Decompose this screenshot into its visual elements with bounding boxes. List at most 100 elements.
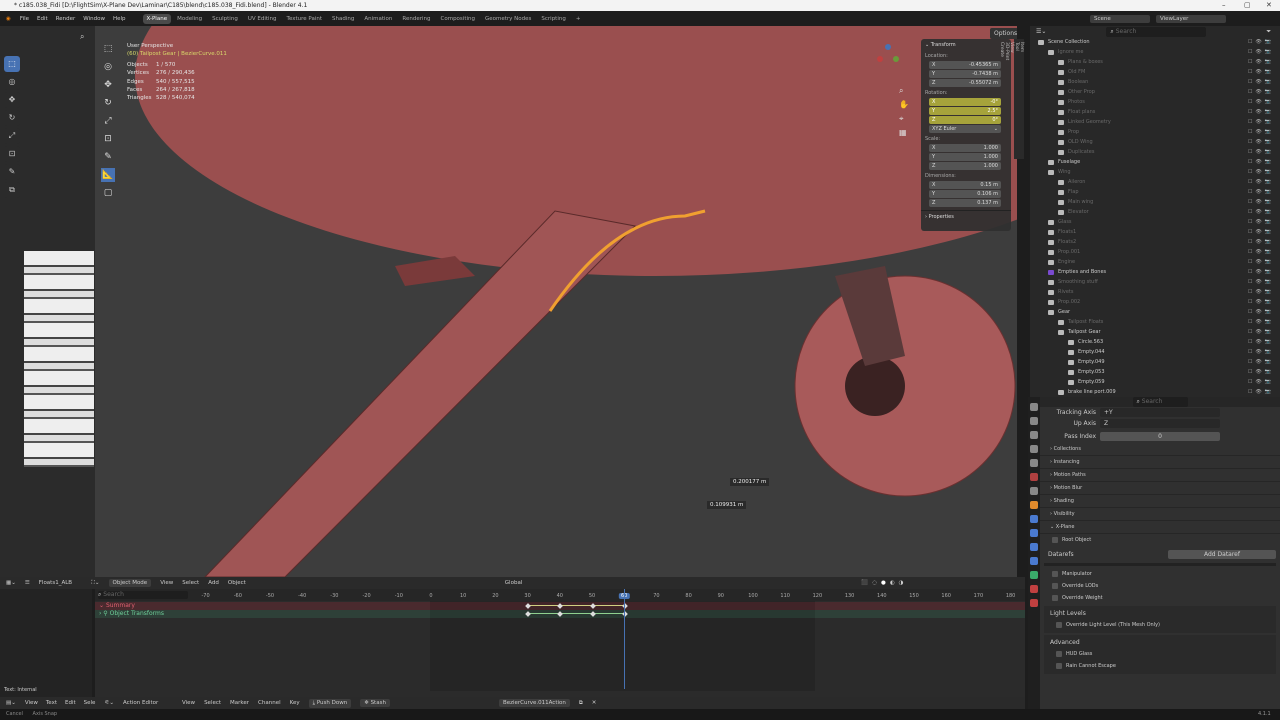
outliner-item-float-plans[interactable]: Float plans ☐👁📷 bbox=[1030, 107, 1280, 117]
physics-tab-icon[interactable] bbox=[1030, 543, 1038, 551]
workspace-tab-sculpting[interactable]: Sculpting bbox=[208, 14, 242, 24]
visibility-toggles[interactable]: ☐👁📷 bbox=[1248, 57, 1274, 67]
menu-edit[interactable]: Edit bbox=[37, 16, 48, 22]
rotation-z-field[interactable]: Z 0° bbox=[929, 116, 1001, 124]
constraints-tab-icon[interactable] bbox=[1030, 557, 1038, 565]
frame-ruler[interactable]: -70-60-50-40-30-20-100102030405060708090… bbox=[95, 589, 1025, 601]
maximize-button[interactable]: ▢ bbox=[1244, 0, 1251, 11]
material-tab-icon[interactable] bbox=[1030, 585, 1038, 593]
minimize-button[interactable]: – bbox=[1222, 0, 1226, 11]
scene-selector[interactable]: Scene bbox=[1090, 14, 1150, 23]
camera-view-icon[interactable]: ⌖ bbox=[899, 112, 909, 126]
text-menu-sele[interactable]: Sele bbox=[84, 700, 96, 706]
action-editor-mode[interactable]: Action Editor bbox=[123, 700, 173, 706]
visibility-toggles[interactable]: ☐👁📷 bbox=[1248, 327, 1274, 337]
modifier-tab-icon[interactable] bbox=[1030, 515, 1038, 523]
rotation-x-field[interactable]: X -0° bbox=[929, 98, 1001, 106]
visibility-toggles[interactable]: ☐👁📷 bbox=[1248, 217, 1274, 227]
outliner-item-ignore-me[interactable]: Ignore me ☐👁📷 bbox=[1030, 47, 1280, 57]
visibility-toggles[interactable]: ☐👁📷 bbox=[1248, 357, 1274, 367]
outliner-item-duplicates[interactable]: Duplicates ☐👁📷 bbox=[1030, 147, 1280, 157]
scale-y-field[interactable]: Y 1.000 bbox=[929, 153, 1001, 161]
properties-subpanel[interactable]: › Properties bbox=[921, 210, 1011, 223]
panel-shading[interactable]: › Shading bbox=[1040, 495, 1280, 508]
cursor-icon[interactable]: ◎ bbox=[101, 60, 115, 74]
filter-icon[interactable]: ⏷ bbox=[1266, 28, 1271, 36]
rotation-y-field[interactable]: Y 2.5° bbox=[929, 107, 1001, 115]
hud-glass-checkbox[interactable]: HUD Glass bbox=[1044, 648, 1276, 660]
menu-file[interactable]: File bbox=[20, 16, 29, 22]
visibility-toggles[interactable]: ☐👁📷 bbox=[1248, 337, 1274, 347]
outliner-item-engine[interactable]: Engine ☐👁📷 bbox=[1030, 257, 1280, 267]
viewport-menu-add[interactable]: Add bbox=[208, 580, 219, 586]
scale-tool-icon[interactable]: ⤢ bbox=[4, 128, 20, 144]
options-button[interactable]: Options bbox=[990, 28, 1017, 39]
view-layer-selector[interactable]: ViewLayer bbox=[1156, 14, 1226, 23]
properties-search[interactable]: ⌕ Search bbox=[1132, 397, 1188, 407]
output-tab-icon[interactable] bbox=[1030, 431, 1038, 439]
menu-help[interactable]: Help bbox=[113, 16, 126, 22]
outliner-search[interactable]: ⌕ Search bbox=[1106, 26, 1207, 37]
view-layer-tab-icon[interactable] bbox=[1030, 445, 1038, 453]
outliner-item-plans-boxes[interactable]: Plans & boxes ☐👁📷 bbox=[1030, 57, 1280, 67]
panel-motion-paths[interactable]: › Motion Paths bbox=[1040, 469, 1280, 482]
zoom-icon[interactable]: ⌕ bbox=[80, 32, 84, 42]
outliner-item-brake-line-port-009[interactable]: brake line port.009 ☐👁📷 bbox=[1030, 387, 1280, 397]
sidebar-tab-item[interactable]: Item bbox=[1019, 39, 1024, 159]
editor-type-icon[interactable]: ▦⌄ bbox=[6, 580, 16, 586]
visibility-toggles[interactable]: ☐👁📷 bbox=[1248, 67, 1274, 77]
visibility-toggles[interactable]: ☐👁📷 bbox=[1248, 267, 1274, 277]
channel-search[interactable]: ⌕ Search bbox=[98, 591, 188, 599]
visibility-toggles[interactable]: ☐👁📷 bbox=[1248, 147, 1274, 157]
override-weight-checkbox[interactable]: Override Weight bbox=[1040, 592, 1280, 604]
menu-render[interactable]: Render bbox=[56, 16, 76, 22]
panel-visibility[interactable]: › Visibility bbox=[1040, 508, 1280, 521]
workspace-tab-modeling[interactable]: Modeling bbox=[173, 14, 206, 24]
visibility-toggles[interactable]: ☐👁📷 bbox=[1248, 367, 1274, 377]
text-menu-text[interactable]: Text bbox=[46, 700, 57, 706]
manipulator-checkbox[interactable]: Manipulator bbox=[1040, 568, 1280, 580]
visibility-toggles[interactable]: ☐👁📷 bbox=[1248, 227, 1274, 237]
measure-icon[interactable]: 📐 bbox=[101, 168, 115, 182]
visibility-toggles[interactable]: ☐👁📷 bbox=[1248, 257, 1274, 267]
outliner-item-prop[interactable]: Prop ☐👁📷 bbox=[1030, 127, 1280, 137]
ortho-toggle-icon[interactable]: ▦ bbox=[899, 126, 909, 140]
outliner-item-empty-049[interactable]: Empty.049 ☐👁📷 bbox=[1030, 357, 1280, 367]
rotation-mode-select[interactable]: XYZ Euler ⌄ bbox=[929, 125, 1001, 133]
wireframe-shading-icon[interactable]: ◌ bbox=[872, 580, 877, 586]
visibility-toggles[interactable]: ☐👁📷 bbox=[1248, 347, 1274, 357]
move-icon[interactable]: ✥ bbox=[101, 78, 115, 92]
action-editor-timeline[interactable]: -70-60-50-40-30-20-100102030405060708090… bbox=[95, 589, 1025, 697]
outliner-item-empties-and-bones[interactable]: Empties and Bones ☐👁📷 bbox=[1030, 267, 1280, 277]
visibility-toggles[interactable]: ☐👁📷 bbox=[1248, 77, 1274, 87]
mode-icon[interactable]: ⛶⌄ bbox=[91, 580, 99, 587]
dimensions-x-field[interactable]: X 0.15 m bbox=[929, 181, 1001, 189]
action-menu-select[interactable]: Select bbox=[204, 700, 221, 706]
outliner-item-linked-geometry[interactable]: Linked Geometry ☐👁📷 bbox=[1030, 117, 1280, 127]
rendered-shading-icon[interactable]: ◑ bbox=[899, 580, 904, 586]
action-menu-view[interactable]: View bbox=[182, 700, 195, 706]
outliner-item-floats2[interactable]: Floats2 ☐👁📷 bbox=[1030, 237, 1280, 247]
add-cube-icon[interactable]: ▢ bbox=[101, 186, 115, 200]
outliner-item-glass[interactable]: Glass ☐👁📷 bbox=[1030, 217, 1280, 227]
visibility-toggles[interactable]: ☐👁📷 bbox=[1248, 177, 1274, 187]
panel-x-plane[interactable]: ⌄ X-Plane bbox=[1040, 521, 1280, 534]
object-tab-icon[interactable] bbox=[1030, 501, 1038, 509]
tool-tab-icon[interactable] bbox=[1030, 403, 1038, 411]
select-tool-icon[interactable]: ⬚ bbox=[4, 56, 20, 72]
3d-viewport[interactable]: ⬚ ◎ ✥ ↻ ⤢ ⊡ ✎ 📐 ▢ 0.200177 m 0.109931 m … bbox=[95, 26, 1017, 577]
outliner-item-gear[interactable]: Gear ☐👁📷 bbox=[1030, 307, 1280, 317]
sidebar-tab-view[interactable]: View bbox=[1009, 39, 1014, 159]
workspace-tab-geometry-nodes[interactable]: Geometry Nodes bbox=[481, 14, 535, 24]
text-menu-view[interactable]: View bbox=[25, 700, 38, 706]
workspace-tab-compositing[interactable]: Compositing bbox=[437, 14, 479, 24]
workspace-tab-texture-paint[interactable]: Texture Paint bbox=[283, 14, 327, 24]
location-y-field[interactable]: Y -0.7438 m bbox=[929, 70, 1001, 78]
menu-icon[interactable]: ☰ bbox=[25, 580, 30, 586]
sidebar-tab-3d-print[interactable]: 3D-Print bbox=[1004, 39, 1009, 159]
text-menu-edit[interactable]: Edit bbox=[65, 700, 76, 706]
workspace-tab-scripting[interactable]: Scripting bbox=[537, 14, 569, 24]
rain-cannot-escape-checkbox[interactable]: Rain Cannot Escape bbox=[1044, 660, 1276, 672]
move-tool-icon[interactable]: ✥ bbox=[4, 92, 20, 108]
transform-header[interactable]: ⌄ Transform bbox=[921, 39, 1011, 51]
